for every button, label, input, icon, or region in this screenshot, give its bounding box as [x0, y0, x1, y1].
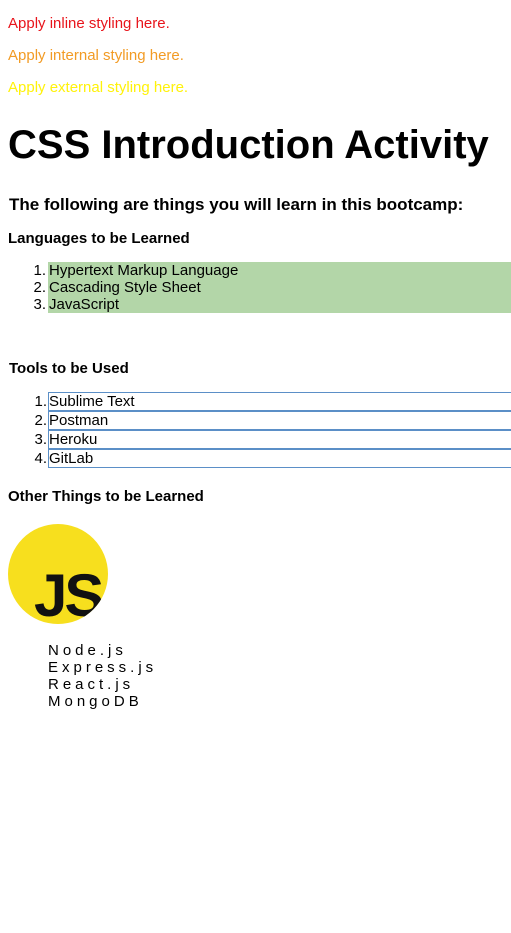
- tools-list: 1. Sublime Text 2. Postman 3. Heroku 4. …: [34, 392, 511, 468]
- list-item: 1. Hypertext Markup Language: [33, 262, 511, 279]
- list-number: 1.: [34, 393, 47, 410]
- languages-heading: Languages to be Learned: [8, 230, 190, 247]
- list-item-label: Postman: [49, 412, 109, 429]
- list-item-label: Cascading Style Sheet: [49, 279, 201, 296]
- list-item: 1. Sublime Text: [34, 392, 511, 411]
- list-number: 4.: [34, 450, 47, 467]
- list-item: 2. Postman: [34, 411, 511, 430]
- javascript-logo-graphic: JS: [34, 562, 105, 624]
- list-item-label: GitLab: [49, 450, 94, 467]
- list-number: 3.: [33, 296, 46, 313]
- list-number: 1.: [33, 262, 46, 279]
- other-things-heading: Other Things to be Learned: [8, 488, 204, 505]
- list-number: 2.: [33, 279, 46, 296]
- external-styling-note: Apply external styling here.: [8, 79, 189, 96]
- list-item: Express.js: [48, 659, 158, 676]
- list-item: 2. Cascading Style Sheet: [33, 279, 511, 296]
- list-item-label: JavaScript: [49, 296, 120, 313]
- languages-list: 1. Hypertext Markup Language 2. Cascadin…: [33, 262, 511, 313]
- inline-styling-note: Apply inline styling here.: [8, 15, 170, 32]
- list-item-label: Sublime Text: [49, 393, 135, 410]
- bootcamp-subtitle: The following are things you will learn …: [9, 195, 464, 214]
- list-item-label: Heroku: [49, 431, 98, 448]
- page: Apply inline styling here. Apply interna…: [0, 0, 511, 933]
- list-item: 3. JavaScript: [33, 296, 511, 313]
- list-item-label: Hypertext Markup Language: [49, 262, 239, 279]
- list-item: React.js: [48, 676, 135, 693]
- list-number: 2.: [34, 412, 47, 429]
- other-things-list: Node.js Express.js React.js MongoDB: [48, 642, 157, 710]
- page-title: CSS Introduction Activity: [8, 123, 489, 167]
- javascript-logo-icon: JS: [8, 524, 108, 624]
- internal-styling-note: Apply internal styling here.: [8, 47, 184, 64]
- tools-heading: Tools to be Used: [9, 360, 129, 377]
- list-item: 3. Heroku: [34, 430, 511, 449]
- list-item: 4. GitLab: [34, 449, 511, 468]
- list-item: Node.js: [48, 642, 127, 659]
- list-number: 3.: [34, 431, 47, 448]
- javascript-logo-text: JS: [34, 562, 102, 624]
- list-item: MongoDB: [48, 693, 143, 710]
